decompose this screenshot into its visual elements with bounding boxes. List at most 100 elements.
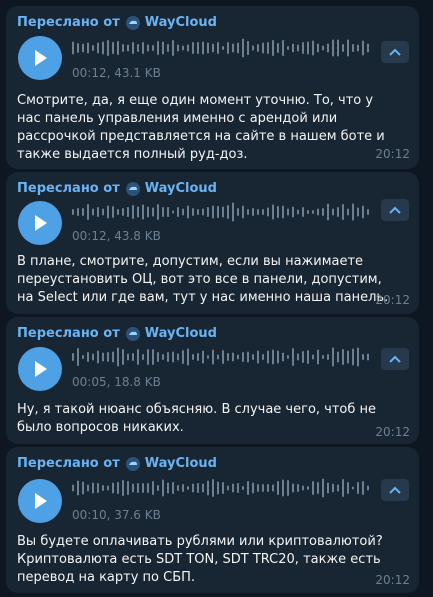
waveform-bar — [212, 349, 214, 365]
forward-prefix: Переслано от — [17, 181, 120, 196]
waveform-bar — [112, 351, 114, 363]
waveform-bar — [187, 205, 189, 219]
waveform-bar — [182, 484, 184, 492]
waveform-bar — [177, 485, 179, 491]
message-time: 20:12 — [375, 293, 410, 307]
waveform-bar — [322, 45, 324, 51]
waveform-bar — [327, 203, 329, 221]
waveform-bar — [187, 486, 189, 490]
waveform-bar — [197, 42, 199, 54]
waveform-bar — [87, 42, 89, 54]
forward-source: WayCloud — [144, 326, 217, 341]
waveform-bar — [207, 42, 209, 54]
waveform-bar — [132, 483, 134, 493]
waveform-bar — [102, 485, 104, 491]
waveform-bar — [137, 483, 139, 493]
waveform-bar — [77, 43, 79, 53]
waveform-bar — [332, 39, 334, 57]
waveform-bar — [262, 354, 264, 360]
waveform-bar — [267, 42, 269, 54]
waveform-bar — [107, 352, 109, 362]
waveform-bar — [122, 480, 124, 496]
waveform-bar — [217, 42, 219, 54]
waveform-bar — [307, 41, 309, 55]
waveform[interactable] — [72, 347, 372, 367]
waveform-bar — [252, 208, 254, 216]
waveform-bar — [242, 38, 244, 58]
waveform-bar — [282, 40, 284, 56]
waveform[interactable] — [72, 478, 372, 498]
transcription-text: Ну, я такой нюанс объясняю. В случае чег… — [17, 402, 377, 435]
waveform-bar — [207, 207, 209, 217]
forward-prefix: Переслано от — [17, 15, 120, 30]
waveform-bar — [222, 46, 224, 50]
waveform-bar — [277, 350, 279, 364]
waveform[interactable] — [72, 38, 372, 58]
waveform-bar — [307, 350, 309, 364]
waveform-bar — [82, 43, 84, 53]
collapse-button[interactable] — [381, 479, 409, 501]
waveform-bar — [322, 478, 324, 498]
waveform-bar — [337, 39, 339, 57]
voice-message: Переслано от WayCloud 00:12, 43.1 KB Смо… — [6, 6, 419, 169]
forward-header[interactable]: Переслано от WayCloud — [17, 15, 217, 30]
waveform-bar — [72, 353, 74, 361]
waveform-bar — [242, 486, 244, 490]
waveform[interactable] — [72, 202, 372, 222]
waveform-bar — [277, 43, 279, 53]
waveform-bar — [117, 347, 119, 367]
waveform-bar — [292, 206, 294, 218]
waveform-bar — [317, 208, 319, 216]
waveform-bar — [97, 207, 99, 217]
waveform-bar — [292, 483, 294, 493]
forward-source: WayCloud — [144, 181, 217, 196]
waveform-bar — [157, 485, 159, 491]
waveform-bar — [342, 204, 344, 220]
waveform-bar — [82, 208, 84, 216]
waveform-bar — [182, 350, 184, 364]
waveform-bar — [122, 208, 124, 216]
waveform-bar — [87, 484, 89, 492]
waveform-bar — [267, 350, 269, 364]
forward-prefix: Переслано от — [17, 456, 120, 471]
waveform-bar — [127, 353, 129, 361]
waveform-bar — [297, 209, 299, 215]
waveform-bar — [72, 209, 74, 215]
voice-meta: 00:05, 18.8 KB — [72, 375, 161, 389]
transcription-text: В плане, смотрите, допустим, если вы наж… — [17, 254, 389, 305]
collapse-button[interactable] — [381, 348, 409, 370]
play-icon — [35, 361, 47, 377]
waveform-bar — [222, 350, 224, 364]
message-feed: Переслано от WayCloud 00:12, 43.1 KB Смо… — [0, 0, 433, 597]
waveform-bar — [92, 482, 94, 494]
waveform-bar — [362, 205, 364, 219]
waveform-bar — [287, 46, 289, 50]
waveform-bar — [352, 486, 354, 490]
waveform-bar — [137, 349, 139, 365]
message-time: 20:12 — [375, 147, 410, 161]
waveform-bar — [102, 208, 104, 216]
collapse-button[interactable] — [381, 41, 409, 63]
waveform-bar — [257, 350, 259, 364]
play-button[interactable] — [18, 479, 62, 523]
waveform-bar — [237, 42, 239, 54]
play-button[interactable] — [18, 201, 62, 245]
waveform-bar — [247, 351, 249, 363]
collapse-button[interactable] — [381, 199, 409, 221]
forward-header[interactable]: Переслано от WayCloud — [17, 456, 217, 471]
waveform-bar — [222, 482, 224, 494]
waveform-bar — [132, 205, 134, 219]
forward-header[interactable]: Переслано от WayCloud — [17, 326, 217, 341]
play-button[interactable] — [18, 347, 62, 391]
waveform-bar — [192, 208, 194, 216]
waveform-bar — [117, 209, 119, 215]
play-button[interactable] — [18, 36, 62, 80]
forward-header[interactable]: Переслано от WayCloud — [17, 181, 217, 196]
waveform-bar — [142, 204, 144, 220]
waveform-bar — [282, 479, 284, 497]
waveform-bar — [157, 204, 159, 220]
waveform-bar — [237, 483, 239, 493]
waveform-bar — [162, 479, 164, 497]
waveform-bar — [312, 40, 314, 56]
waveform-bar — [172, 40, 174, 56]
